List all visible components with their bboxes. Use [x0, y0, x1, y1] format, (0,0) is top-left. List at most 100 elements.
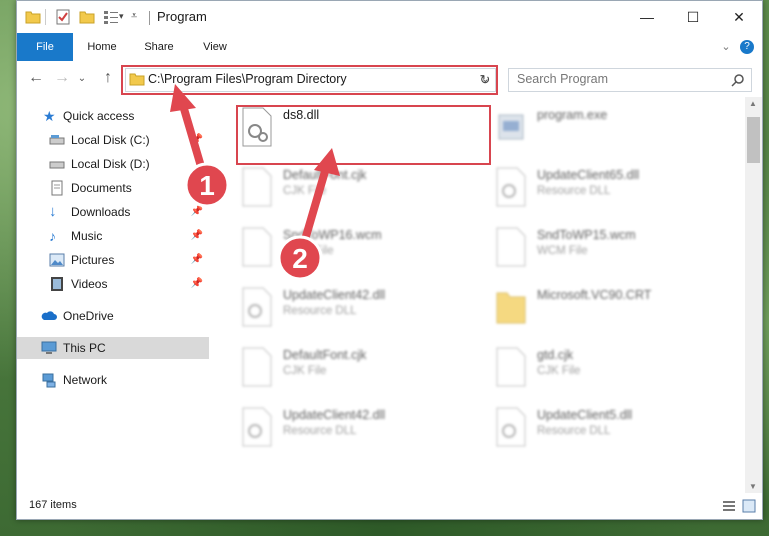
dll-gear-icon: [242, 407, 272, 447]
search-placeholder: Search Program: [517, 72, 609, 86]
file-type: Resource DLL: [283, 305, 357, 317]
vertical-scrollbar[interactable]: ▲ ▼: [745, 97, 762, 493]
customize-toolbar-icon[interactable]: ⩡: [131, 10, 137, 23]
file-item-program-exe[interactable]: program.exe: [487, 99, 727, 155]
file-name: UpdateClient5.dll: [537, 408, 633, 422]
drive-icon: [49, 161, 65, 169]
help-icon[interactable]: ?: [740, 40, 754, 54]
sidebar-item-downloads[interactable]: ↓ Downloads 📌: [17, 201, 209, 223]
file-name: DefaultFont.cjk: [283, 348, 367, 362]
videos-icon: [51, 277, 63, 291]
window-title: Program: [157, 9, 207, 24]
file-item[interactable]: UpdateClient5.dll Resource DLL: [487, 399, 727, 455]
file-item[interactable]: DefaultFont.cjk CJK File: [233, 159, 473, 215]
search-input[interactable]: Search Program: [508, 68, 752, 92]
file-item[interactable]: UpdateClient42.dll Resource DLL: [233, 279, 473, 335]
sidebar-item-videos[interactable]: Videos 📌: [17, 273, 209, 295]
pictures-icon: [49, 253, 65, 267]
properties-icon[interactable]: [55, 9, 71, 25]
file-type: WCM File: [283, 245, 334, 257]
explorer-window: ▾ ⩡ Program — ☐ ✕ File Home Share View ⌄…: [16, 0, 763, 520]
file-item[interactable]: UpdateClient65.dll Resource DLL: [487, 159, 727, 215]
forward-arrow-icon[interactable]: →: [51, 67, 73, 89]
file-name: SndToWP15.wcm: [537, 228, 636, 242]
file-name: program.exe: [537, 108, 608, 122]
navigation-bar: ← → ⌄ ↑ C:\Program Files\Program Directo…: [17, 61, 762, 97]
file-item[interactable]: SndToWP16.wcm WCM File: [233, 219, 473, 275]
pin-icon: 📌: [190, 254, 203, 265]
search-icon[interactable]: [731, 73, 745, 87]
file-item[interactable]: Microsoft.VC90.CRT: [487, 279, 727, 335]
expand-ribbon-icon[interactable]: ⌄: [718, 33, 734, 61]
file-icon: [242, 227, 272, 267]
dll-gear-icon: [496, 167, 526, 207]
pin-icon: 📌: [190, 206, 203, 217]
tab-view[interactable]: View: [189, 33, 241, 61]
tab-share[interactable]: Share: [133, 33, 185, 61]
sidebar-item-onedrive[interactable]: OneDrive: [17, 305, 209, 327]
sidebar-item-pictures[interactable]: Pictures 📌: [17, 249, 209, 271]
file-icon: [242, 347, 272, 387]
new-folder-icon[interactable]: [79, 9, 95, 25]
sidebar-item-quick-access[interactable]: ★ Quick access: [17, 105, 209, 127]
scroll-thumb[interactable]: [747, 117, 760, 163]
up-arrow-icon[interactable]: ↑: [97, 67, 119, 89]
status-bar: 167 items: [17, 493, 762, 519]
title-separator: [149, 11, 150, 25]
back-arrow-icon[interactable]: ←: [25, 67, 47, 89]
file-type: CJK File: [283, 185, 327, 197]
address-highlight-box: [121, 65, 498, 95]
tab-home[interactable]: Home: [75, 33, 129, 61]
file-name: gtd.cjk: [537, 348, 574, 362]
cloud-icon: [41, 311, 57, 320]
sidebar-item-local-disk-d[interactable]: Local Disk (D:): [17, 153, 209, 175]
file-type: Resource DLL: [537, 185, 611, 197]
star-icon: ★: [43, 108, 56, 124]
pin-icon: 📌: [190, 230, 203, 241]
scroll-down-icon[interactable]: ▼: [749, 482, 757, 491]
file-name: DefaultFont.cjk: [283, 168, 367, 182]
file-type: CJK File: [283, 365, 327, 377]
sidebar-item-this-pc[interactable]: This PC: [17, 337, 209, 359]
exe-icon: [498, 114, 524, 140]
file-icon: [496, 227, 526, 267]
dll-gear-icon: [242, 287, 272, 327]
download-icon: ↓: [49, 203, 57, 220]
file-icon: [496, 347, 526, 387]
file-name: SndToWP16.wcm: [283, 228, 382, 242]
sidebar-item-music[interactable]: ♪ Music 📌: [17, 225, 209, 247]
qa-dropdown-icon[interactable]: ▾: [119, 11, 124, 22]
sidebar-item-documents[interactable]: Documents 📌: [17, 177, 209, 199]
maximize-button[interactable]: ☐: [670, 1, 716, 33]
details-view-icon[interactable]: [722, 499, 736, 513]
file-icon: [242, 167, 272, 207]
item-count: 167 items: [29, 499, 77, 511]
documents-icon: [51, 180, 63, 196]
sidebar-item-local-disk-c[interactable]: Local Disk (C:) 📌: [17, 129, 209, 151]
file-item[interactable]: DefaultFont.cjk CJK File: [233, 339, 473, 395]
scroll-up-icon[interactable]: ▲: [749, 99, 757, 108]
pin-icon: 📌: [190, 182, 203, 193]
network-icon: [42, 373, 56, 388]
music-icon: ♪: [49, 228, 56, 244]
sidebar-item-network[interactable]: Network: [17, 369, 209, 391]
recent-locations-icon[interactable]: ⌄: [75, 67, 89, 89]
file-item[interactable]: SndToWP15.wcm WCM File: [487, 219, 727, 275]
large-icons-view-icon[interactable]: [742, 499, 756, 513]
file-name: Microsoft.VC90.CRT: [537, 288, 652, 302]
file-item[interactable]: UpdateClient42.dll Resource DLL: [233, 399, 473, 455]
rename-icon[interactable]: [103, 9, 119, 25]
folder-icon: [25, 11, 41, 24]
file-type: WCM File: [537, 245, 588, 257]
pin-icon: 📌: [190, 278, 203, 289]
file-item[interactable]: gtd.cjk CJK File: [487, 339, 727, 395]
file-type: Resource DLL: [283, 425, 357, 437]
pin-icon: 📌: [190, 134, 203, 145]
file-type: CJK File: [537, 365, 581, 377]
close-button[interactable]: ✕: [716, 1, 762, 33]
title-bar: ▾ ⩡ Program — ☐ ✕: [17, 1, 762, 33]
minimize-button[interactable]: —: [624, 1, 670, 33]
file-name: UpdateClient42.dll: [283, 288, 386, 302]
folder-icon: [496, 292, 526, 324]
ribbon-tabs: File Home Share View ⌄ ?: [17, 33, 762, 89]
